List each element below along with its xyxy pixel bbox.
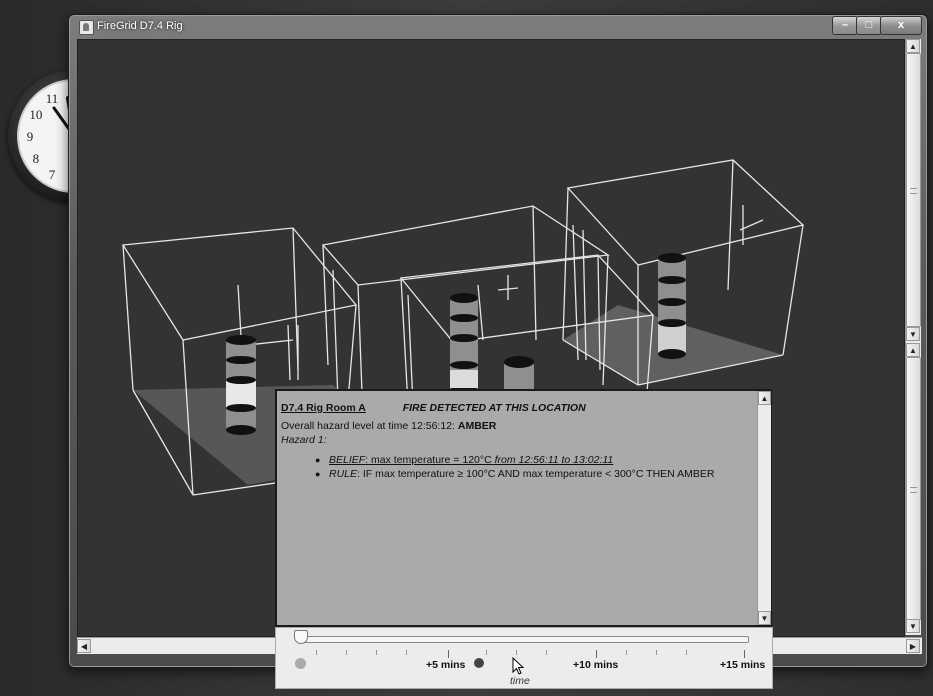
event-marker[interactable] bbox=[474, 658, 484, 668]
tick bbox=[448, 650, 449, 658]
fire-alert: FIRE DETECTED AT THIS LOCATION bbox=[402, 402, 586, 414]
scroll-down-button[interactable]: ▼ bbox=[758, 611, 771, 625]
tick bbox=[316, 650, 317, 655]
title-bar[interactable]: FireGrid D7.4 Rig – □ x bbox=[69, 15, 927, 39]
info-panel-scrollbar[interactable]: ▲ ▼ bbox=[757, 391, 771, 625]
sensor-column-room-a bbox=[226, 335, 256, 435]
current-time-marker bbox=[295, 658, 306, 669]
time-slider-thumb[interactable] bbox=[294, 630, 308, 644]
hazard-level: AMBER bbox=[457, 420, 497, 432]
tick bbox=[486, 650, 487, 655]
timeline-label-5: +5 mins bbox=[426, 659, 466, 671]
belief-time-range: from 12:56:11 to 13:02:11 bbox=[494, 454, 614, 466]
sensor-column-room-c bbox=[658, 253, 686, 359]
time-slider-track[interactable] bbox=[301, 636, 749, 643]
belief-label: BELIEF bbox=[329, 454, 366, 466]
scroll-up-button[interactable]: ▲ bbox=[758, 391, 771, 405]
clock-numeral: 7 bbox=[49, 167, 56, 182]
belief-text: max temperature = 120°C bbox=[368, 454, 495, 466]
scroll-thumb[interactable] bbox=[906, 357, 921, 621]
rule-item: RULE: IF max temperature ≥ 100°C AND max… bbox=[315, 467, 751, 481]
tick bbox=[376, 650, 377, 655]
scroll-down-button[interactable]: ▼ bbox=[906, 619, 920, 633]
tick bbox=[406, 650, 407, 655]
viewport-vertical-scrollbar[interactable]: ▲ ▼ bbox=[905, 39, 921, 343]
hazard-label: Hazard 1: bbox=[281, 434, 327, 446]
scroll-right-button[interactable]: ▶ bbox=[906, 639, 920, 653]
app-icon bbox=[79, 20, 94, 35]
sensor-column-room-d-left bbox=[450, 293, 478, 394]
tick bbox=[596, 650, 597, 658]
mouse-cursor-icon bbox=[512, 657, 525, 675]
clock-numeral: 8 bbox=[33, 151, 40, 166]
hazard-prefix: Overall hazard level at time 12:56:12: bbox=[281, 420, 455, 432]
tick bbox=[656, 650, 657, 655]
maximize-button[interactable]: □ bbox=[856, 16, 882, 35]
scroll-up-button[interactable]: ▲ bbox=[906, 39, 920, 53]
hazard-level-line: Overall hazard level at time 12:56:12: A… bbox=[281, 419, 751, 433]
belief-item[interactable]: BELIEF: max temperature = 120°C from 12:… bbox=[315, 453, 751, 467]
timeline-label-10: +10 mins bbox=[573, 659, 619, 671]
scroll-left-button[interactable]: ◀ bbox=[77, 639, 91, 653]
scroll-down-button[interactable]: ▼ bbox=[906, 327, 920, 341]
tick bbox=[516, 650, 517, 655]
rule-label: RULE bbox=[329, 468, 358, 480]
hazard-info-text: D7.4 Rig Room A FIRE DETECTED AT THIS LO… bbox=[281, 401, 751, 481]
close-button[interactable]: x bbox=[880, 16, 922, 35]
hazard-info-panel: D7.4 Rig Room A FIRE DETECTED AT THIS LO… bbox=[275, 389, 772, 627]
viewport-vertical-scrollbar-2[interactable]: ▲ ▼ bbox=[905, 343, 921, 635]
clock-numeral: 9 bbox=[27, 129, 34, 144]
hazard-details-list: BELIEF: max temperature = 120°C from 12:… bbox=[281, 453, 751, 481]
time-slider-panel: +5 mins +10 mins +15 mins time bbox=[275, 627, 773, 689]
rule-text: IF max temperature ≥ 100°C AND max tempe… bbox=[359, 468, 715, 480]
tick bbox=[626, 650, 627, 655]
clock-numeral: 10 bbox=[29, 107, 42, 122]
tick bbox=[546, 650, 547, 655]
timeline-label-15: +15 mins bbox=[720, 659, 766, 671]
minimize-button[interactable]: – bbox=[832, 16, 858, 35]
clock-numeral: 11 bbox=[46, 91, 59, 106]
tick bbox=[346, 650, 347, 655]
tick bbox=[686, 650, 687, 655]
tick bbox=[744, 650, 745, 658]
room-name[interactable]: D7.4 Rig Room A bbox=[281, 402, 366, 414]
scroll-thumb[interactable] bbox=[906, 53, 921, 327]
window-title: FireGrid D7.4 Rig bbox=[97, 20, 183, 32]
scroll-up-button[interactable]: ▲ bbox=[906, 343, 920, 357]
